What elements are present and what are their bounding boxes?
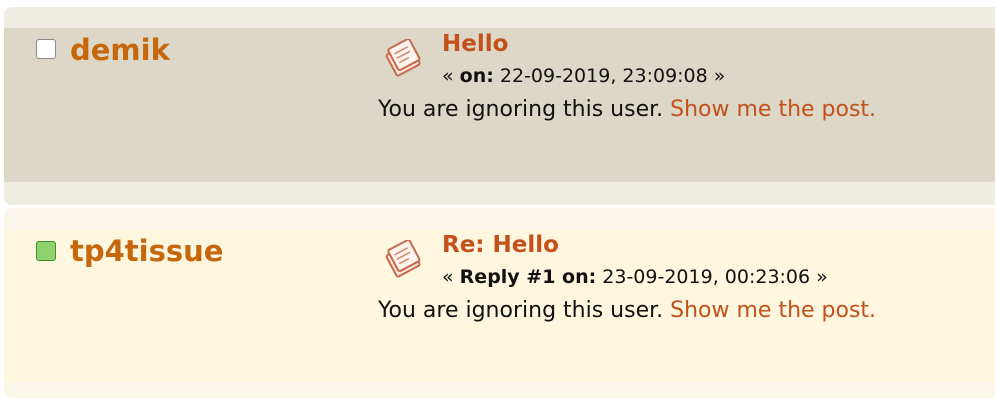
- meta-label: Reply #1 on:: [459, 266, 597, 288]
- meta-open: «: [442, 266, 460, 288]
- meta-label: on:: [459, 65, 494, 87]
- show-post-link[interactable]: Show me the post.: [670, 298, 876, 323]
- show-post-link[interactable]: Show me the post.: [670, 97, 876, 122]
- meta-date: 22-09-2019, 23:09:08 »: [493, 65, 726, 87]
- poster-name-link[interactable]: tp4tissue: [70, 237, 223, 266]
- post-subject-link[interactable]: Re: Hello: [442, 234, 559, 257]
- meta-open: «: [442, 65, 460, 87]
- poster-name-link[interactable]: demik: [70, 36, 170, 65]
- post-container: demik Hello « on: 22-09-2019, 23:09:08 »…: [4, 7, 995, 205]
- topic-xx-icon: [385, 39, 421, 77]
- post-subject-link[interactable]: Hello: [442, 33, 508, 56]
- post-meta: « on: 22-09-2019, 23:09:08 »: [442, 67, 725, 86]
- ignored-text: You are ignoring this user.: [378, 298, 671, 323]
- offline-status-icon: [36, 39, 56, 59]
- online-status-icon: [36, 241, 56, 261]
- topic-xx-icon: [385, 240, 421, 278]
- ignored-user-notice: You are ignoring this user. Show me the …: [378, 99, 876, 121]
- post-container: tp4tissue Re: Hello « Reply #1 on: 23-09…: [4, 208, 995, 398]
- post-meta: « Reply #1 on: 23-09-2019, 00:23:06 »: [442, 268, 828, 287]
- ignored-text: You are ignoring this user.: [378, 97, 671, 122]
- ignored-user-notice: You are ignoring this user. Show me the …: [378, 300, 876, 322]
- meta-date: 23-09-2019, 00:23:06 »: [596, 266, 828, 288]
